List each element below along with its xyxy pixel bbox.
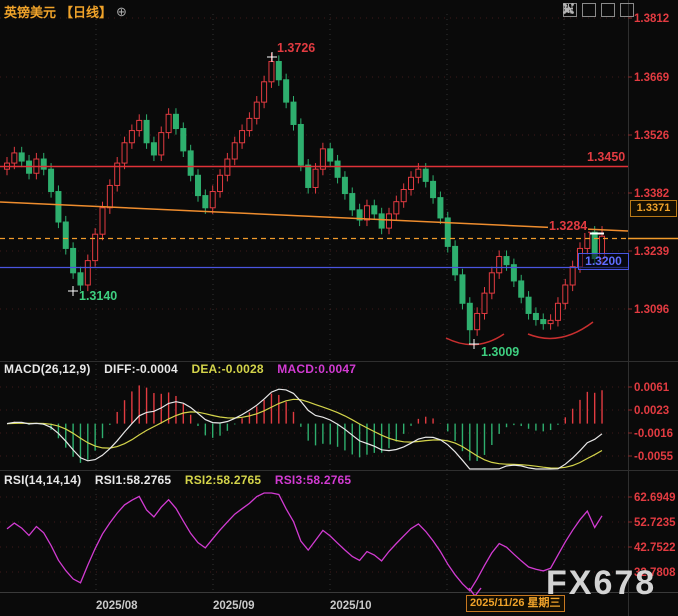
shift-chart-right-icon xyxy=(563,3,574,14)
svg-text:42.7522: 42.7522 xyxy=(634,542,676,554)
symbol-name: 英镑美元 xyxy=(4,2,56,21)
double-bottom-arc-1[interactable] xyxy=(446,334,504,345)
svg-text:1.3096: 1.3096 xyxy=(634,304,669,316)
high-price-label: 1.3726 xyxy=(277,41,315,55)
shift-chart-right-button[interactable] xyxy=(620,3,634,17)
high-marker-cross[interactable] xyxy=(267,52,277,62)
macd-diff-value: DIFF:-0.0004 xyxy=(104,362,178,376)
svg-text:-0.0055: -0.0055 xyxy=(634,451,674,463)
svg-text:1.3382: 1.3382 xyxy=(634,188,669,200)
rsi-label-row: RSI(14,14,14) RSI1:58.2765 RSI2:58.2765 … xyxy=(4,473,361,487)
rsi3-value: RSI3:58.2765 xyxy=(275,473,351,487)
chart-toolbar xyxy=(563,3,634,17)
svg-text:1.3812: 1.3812 xyxy=(634,13,669,25)
trendline-value-label: 1.3284 xyxy=(548,219,588,233)
low2-price-label: 1.3009 xyxy=(481,345,519,359)
low2-marker-cross[interactable] xyxy=(469,339,479,349)
svg-text:2025/08: 2025/08 xyxy=(96,600,138,612)
rsi-series xyxy=(7,493,602,591)
chart-canvas[interactable]: 1.3812 1.3669 1.3526 1.3382 1.3239 1.3096 0.00… xyxy=(0,0,678,616)
macd-bar-value: MACD:0.0047 xyxy=(277,362,356,376)
gridlines xyxy=(0,14,628,592)
low1-price-label: 1.3140 xyxy=(79,289,117,303)
period-tag: 【日线】 xyxy=(60,2,112,21)
macd-title: MACD(26,12,9) xyxy=(4,362,91,376)
svg-text:0.0023: 0.0023 xyxy=(634,405,669,417)
svg-text:0.0061: 0.0061 xyxy=(634,382,670,394)
watermark: FX678 xyxy=(546,564,656,603)
svg-text:2025/09: 2025/09 xyxy=(213,600,255,612)
axis-labels: 1.3812 1.3669 1.3526 1.3382 1.3239 1.3096 0.00… xyxy=(96,13,676,612)
svg-text:-0.0016: -0.0016 xyxy=(634,428,673,440)
current-price-badge: 1.3371 xyxy=(630,200,677,217)
macd-label-row: MACD(26,12,9) DIFF:-0.0004 DEA:-0.0028 M… xyxy=(4,362,366,376)
svg-text:52.7235: 52.7235 xyxy=(634,517,676,529)
rsi-title: RSI(14,14,14) xyxy=(4,473,81,487)
rsi1-value: RSI1:58.2765 xyxy=(95,473,171,487)
chart-title: 英镑美元【日线】 ⊕ xyxy=(4,2,127,21)
macd-dea-value: DEA:-0.0028 xyxy=(191,362,263,376)
svg-text:2025/10: 2025/10 xyxy=(330,600,372,612)
rsi2-value: RSI2:58.2765 xyxy=(185,473,261,487)
descending-trendline[interactable] xyxy=(0,202,628,231)
chart-app: 1.3812 1.3669 1.3526 1.3382 1.3239 1.3096 0.00… xyxy=(0,0,678,616)
double-bottom-arc-2[interactable] xyxy=(528,322,593,338)
svg-text:1.3239: 1.3239 xyxy=(634,246,669,258)
resistance-level-label: 1.3450 xyxy=(586,150,626,164)
svg-text:1.3526: 1.3526 xyxy=(634,130,669,142)
svg-text:1.3669: 1.3669 xyxy=(634,72,669,84)
svg-text:62.6949: 62.6949 xyxy=(634,492,676,504)
fit-horizontal-axis-button[interactable] xyxy=(601,3,615,17)
low1-marker-cross[interactable] xyxy=(68,286,78,296)
plus-circle-icon[interactable]: ⊕ xyxy=(116,4,127,20)
support-level-badge: 1.3200 xyxy=(578,253,629,270)
fit-vertical-axis-button[interactable] xyxy=(582,3,596,17)
